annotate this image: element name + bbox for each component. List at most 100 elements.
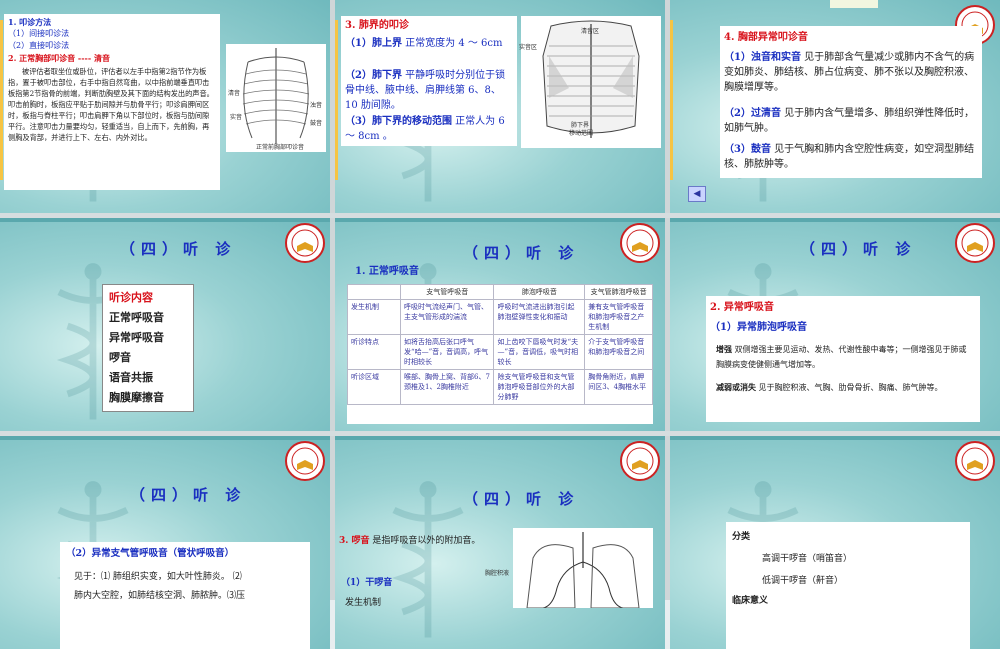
text-area: 3. 啰音 是指呼吸音以外的附加音。 （1）干啰音 发生机制	[335, 522, 535, 608]
table-cell: 如将舌抬高后张口呼气发“哈—”音，音调高，呼气时相较长	[399, 334, 495, 370]
table-cell: 胸骨角附近，肩胛间区3、4胸椎水平	[584, 369, 653, 405]
table-cell: 介于支气管呼吸音和肺泡呼吸音之间	[584, 334, 653, 370]
top-stripe	[670, 218, 1000, 222]
item-head: （2）过清音	[724, 108, 781, 119]
contents-item: 语音共振	[109, 371, 153, 384]
paragraph-text: 双侧增强主要见运动、发热、代谢性酸中毒等；一侧增强见于肺或胸膜病变使健侧通气增加…	[716, 345, 967, 369]
list-item: 高调干啰音（哨笛音）	[762, 554, 853, 564]
contents-item: 正常呼吸音	[109, 311, 164, 324]
university-logo-icon	[955, 223, 995, 263]
sub-heading: （1）异常肺泡呼吸音	[710, 322, 807, 333]
table-cell: 除支气管呼吸音和支气管肺泡呼吸音部位外的大部分肺野	[493, 369, 586, 405]
paragraph-head: 减弱或消失	[716, 382, 756, 392]
section-heading: （2）异常支气管呼吸音（管状呼吸音）	[66, 548, 235, 559]
method-title: 1. 叩诊方法	[8, 17, 52, 27]
section-label: 分类	[732, 532, 751, 542]
table-card: 支气管呼吸音 肺泡呼吸音 支气管肺泡呼吸音 发生机制 呼吸时气流经声门、气管、主…	[347, 284, 653, 424]
paragraph-text: 见于胸腔积液、气胸、肋骨骨折、胸痛、肺气肿等。	[758, 383, 943, 392]
paragraph-head: 增强	[716, 344, 732, 354]
table-cell: 喉部、胸骨上窝、背部6、7颈椎及1、2胸椎附近	[399, 369, 495, 405]
text-card: （2）异常支气管呼吸音（管状呼吸音） 见于：⑴ 肺组织实变，如大叶性肺炎。 ⑵ …	[60, 542, 310, 649]
item-text: 正常宽度为 4 ～ 6cm	[405, 38, 503, 49]
column-header: 支气管呼吸音	[399, 284, 495, 300]
section-heading: 3. 啰音	[339, 536, 370, 546]
item-head: （1）浊音和实音	[724, 52, 801, 63]
table-row: 发生机制 呼吸时气流经声门、气管、主支气管形成的湍流 呼吸时气流进出肺泡引起肺泡…	[347, 299, 653, 335]
contents-item: 异常呼吸音	[109, 331, 164, 344]
table-row: 听诊区域 喉部、胸骨上窝、背部6、7颈椎及1、2胸椎附近 除支气管呼吸音和支气管…	[347, 369, 653, 405]
slide-title: （四）听 诊	[463, 244, 580, 262]
text-card: 1. 叩诊方法 （1）间接叩诊法 （2）直接叩诊法 2. 正常胸部叩诊音 ---…	[4, 14, 220, 190]
table-row: 听诊特点 如将舌抬高后张口呼气发“哈—”音，音调高，呼气时相较长 如上齿咬下唇吸…	[347, 334, 653, 370]
figure-label: 浊音	[310, 102, 323, 109]
row-header: 发生机制	[347, 299, 401, 335]
column-header: 支气管肺泡呼吸音	[584, 284, 653, 300]
breath-sounds-table: 支气管呼吸音 肺泡呼吸音 支气管肺泡呼吸音 发生机制 呼吸时气流经声门、气管、主…	[347, 284, 653, 405]
accent-rail	[335, 20, 338, 180]
slide-thumbnail-abnormal-breath-sounds[interactable]: （四）听 诊 2. 异常呼吸音 （1）异常肺泡呼吸音 增强 双侧增强主要见运动、…	[670, 218, 1000, 431]
slide-thumbnail-lung-borders[interactable]: 3. 肺界的叩诊 （1）肺上界 正常宽度为 4 ～ 6cm （2）肺下界 平静呼…	[335, 0, 665, 213]
normal-percussion-title: 2. 正常胸部叩诊音 ---- 清音	[8, 53, 110, 63]
slide-thumbnail-bronchial-breath-sounds[interactable]: （四）听 诊 （2）异常支气管呼吸音（管状呼吸音） 见于：⑴ 肺组织实变，如大叶…	[0, 436, 330, 649]
table-cell: 如上齿咬下唇吸气时发“夫—”音，音调低，吸气时相较长	[493, 334, 586, 370]
text-card: 2. 异常呼吸音 （1）异常肺泡呼吸音 增强 双侧增强主要见运动、发热、代谢性酸…	[706, 296, 980, 422]
slide-thumbnail-dry-rales-classification[interactable]: 分类 高调干啰音（哨笛音） 低调干啰音（鼾音） 临床意义	[670, 436, 1000, 649]
slide-thumbnail-rales[interactable]: （四）听 诊 3. 啰音 是指呼吸音以外的附加音。 （1）干啰音 发生机制 胸腔…	[335, 436, 665, 649]
table-header-row: 支气管呼吸音 肺泡呼吸音 支气管肺泡呼吸音	[347, 284, 653, 300]
university-logo-icon	[285, 223, 325, 263]
slide-title: （四）听 诊	[800, 240, 917, 258]
contents-title: 听诊内容	[109, 291, 153, 304]
accent-rail	[0, 20, 3, 180]
text-line: 肺内大空腔，如肺结核空洞、肺脓肿。⑶压	[74, 591, 246, 601]
table-cell: 呼吸时气流经声门、气管、主支气管形成的湍流	[399, 299, 495, 335]
figure-label: 移动范围	[569, 130, 594, 137]
slide-title: （四）听 诊	[463, 490, 580, 508]
list-item: 低调干啰音（鼾音）	[762, 576, 844, 586]
figure-label: 鼓音	[310, 120, 323, 127]
slide-title: （四）听 诊	[120, 240, 237, 258]
column-header	[347, 284, 401, 300]
slide-thumbnail-auscultation-contents[interactable]: （四）听 诊 听诊内容 正常呼吸音 异常呼吸音 啰音 语音共振 胸膜摩擦音	[0, 218, 330, 431]
accent-rail	[670, 20, 673, 180]
column-header: 肺泡呼吸音	[493, 284, 586, 300]
figure-caption: 正常前胸部叩诊音	[256, 144, 305, 151]
contents-item: 胸膜摩擦音	[109, 391, 164, 404]
item-head: （3）肺下界的移动范围	[345, 116, 452, 127]
figure-label: 清音	[228, 90, 241, 97]
top-stripe	[0, 218, 330, 222]
table-cell: 兼有支气管呼吸音和肺泡呼吸音之产生机制	[584, 299, 653, 335]
chest-figure: 清音 浊音 鼓音 实音 正常前胸部叩诊音	[226, 44, 326, 152]
previous-slide-button[interactable]: ◀	[688, 186, 706, 202]
back-figure: 清音区 实音区 肺下界 移动范围	[519, 16, 661, 148]
figure-label: 实音区	[519, 44, 538, 51]
section-label: 临床意义	[732, 596, 769, 606]
slide-thumbnail-percussion-method[interactable]: 1. 叩诊方法 （1）间接叩诊法 （2）直接叩诊法 2. 正常胸部叩诊音 ---…	[0, 0, 330, 213]
top-stripe	[0, 436, 330, 440]
heading-text: 是指呼吸音以外的附加音。	[372, 536, 481, 546]
lung-figure: 胸腔积液	[485, 528, 653, 609]
university-logo-icon	[285, 441, 325, 481]
slide-thumbnail-normal-breath-sounds[interactable]: （四）听 诊 1. 正常呼吸音 支气管呼吸音 肺泡呼吸音 支气管肺泡呼吸音 发生…	[335, 218, 665, 431]
figure-label: 胸腔积液	[485, 570, 510, 577]
text-card: 分类 高调干啰音（哨笛音） 低调干啰音（鼾音） 临床意义	[726, 522, 970, 649]
section-heading: 1. 正常呼吸音	[355, 266, 419, 277]
item-head: （1）肺上界	[345, 38, 402, 49]
method-item: （2）直接叩诊法	[8, 41, 70, 50]
text-line: 发生机制	[345, 598, 382, 608]
item-head: （3）鼓音	[724, 144, 771, 155]
slide-thumbnail-abnormal-percussion[interactable]: 4. 胸部异常叩诊音 （1）浊音和实音 见于肺部含气量减少或肺内不含气的病变如肺…	[670, 0, 1000, 213]
paragraph: 被评估者取坐位或卧位，评估者以左手中指第2指节作为板指，置于被叩击部位，右手中指…	[8, 67, 214, 142]
table-cell: 呼吸时气流进出肺泡引起肺泡壁弹性变化和振动	[493, 299, 586, 335]
section-heading: 4. 胸部异常叩诊音	[724, 32, 808, 43]
item-head: （2）肺下界	[345, 70, 402, 81]
section-heading: 2. 异常呼吸音	[710, 302, 774, 313]
university-logo-icon	[955, 441, 995, 481]
top-stripe	[335, 218, 665, 222]
method-item: （1）间接叩诊法	[8, 29, 70, 38]
figure-label: 清音区	[581, 28, 600, 35]
text-card: 4. 胸部异常叩诊音 （1）浊音和实音 见于肺部含气量减少或肺内不含气的病变如肺…	[720, 26, 982, 178]
figure-label: 实音	[230, 114, 243, 121]
university-logo-icon	[620, 441, 660, 481]
top-stripe	[670, 436, 1000, 440]
text-line: 见于：⑴ 肺组织实变，如大叶性肺炎。 ⑵	[74, 572, 242, 582]
